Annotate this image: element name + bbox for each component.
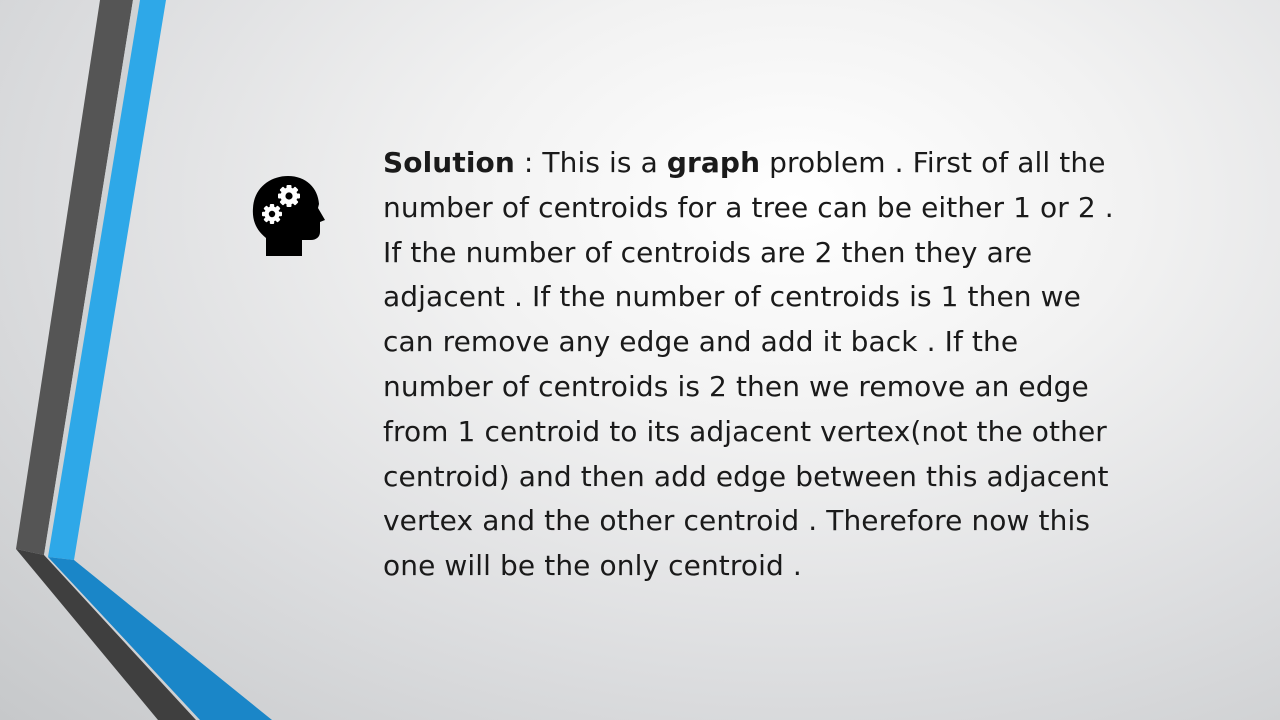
dark-diagonal-bar bbox=[16, 549, 196, 720]
text-segment: can remove any edge and add it back . If… bbox=[383, 325, 1019, 359]
bold-term: Solution bbox=[383, 146, 515, 179]
text-line: vertex and the other centroid . Therefor… bbox=[383, 499, 1183, 544]
text-segment: number of centroids for a tree can be ei… bbox=[383, 190, 1114, 224]
solution-text: Solution : This is a graph problem . Fir… bbox=[383, 141, 1183, 589]
bold-term: graph bbox=[666, 146, 761, 179]
text-line: Solution : This is a graph problem . Fir… bbox=[383, 141, 1183, 186]
text-segment: : This is a bbox=[514, 146, 667, 179]
text-segment: number of centroids is 2 then we remove … bbox=[383, 369, 1089, 403]
text-segment: If the number of centroids are 2 then th… bbox=[383, 235, 1033, 269]
text-line: one will be the only centroid . bbox=[383, 544, 1183, 589]
text-line: adjacent . If the number of centroids is… bbox=[383, 275, 1183, 320]
head-with-gears-icon bbox=[252, 176, 325, 256]
text-line: can remove any edge and add it back . If… bbox=[383, 320, 1183, 365]
text-line: If the number of centroids are 2 then th… bbox=[383, 231, 1183, 276]
text-segment: centroid) and then add edge between this… bbox=[383, 459, 1109, 493]
text-segment: from 1 centroid to its adjacent vertex(n… bbox=[383, 414, 1107, 448]
text-line: number of centroids is 2 then we remove … bbox=[383, 365, 1183, 410]
text-segment: adjacent . If the number of centroids is… bbox=[383, 280, 1081, 314]
text-line: centroid) and then add edge between this… bbox=[383, 455, 1183, 500]
text-line: number of centroids for a tree can be ei… bbox=[383, 186, 1183, 231]
text-segment: one will be the only centroid . bbox=[383, 549, 802, 583]
text-segment: problem . First of all the bbox=[760, 146, 1106, 179]
text-segment: vertex and the other centroid . Therefor… bbox=[383, 504, 1091, 538]
text-line: from 1 centroid to its adjacent vertex(n… bbox=[383, 410, 1183, 455]
